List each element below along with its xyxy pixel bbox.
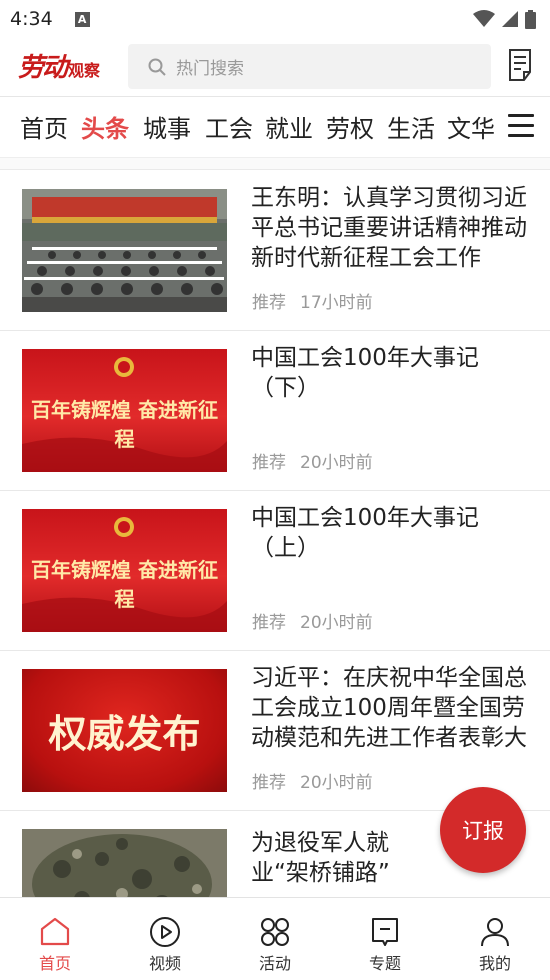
logo-sub: 观察 <box>68 61 101 80</box>
tab-culture[interactable]: 文华 <box>447 109 495 144</box>
subscribe-button[interactable]: 订报 <box>440 787 526 873</box>
article-title: 中国工会100年大事记（上） <box>251 505 479 561</box>
article-time: 20小时前 <box>300 613 373 633</box>
nav-label: 视频 <box>148 954 181 973</box>
divider-strip <box>0 158 550 170</box>
article-thumbnail: 百年铸辉煌 奋进新征程 <box>22 509 227 632</box>
article-title: 习近平：在庆祝中华全国总工会成立100周年暨全国劳动模范和先进工作者表彰大会上的… <box>251 665 527 751</box>
article-thumbnail <box>22 189 227 312</box>
article-title: 为退役军人就业“架桥铺路” <box>251 830 390 886</box>
tab-headlines[interactable]: 头条 <box>81 109 129 144</box>
search-icon <box>148 58 166 76</box>
nav-topics[interactable]: 专题 <box>330 898 440 980</box>
logo-main: 劳动 <box>18 53 68 83</box>
tab-union[interactable]: 工会 <box>205 109 253 144</box>
status-icons <box>473 9 536 29</box>
tab-city[interactable]: 城事 <box>143 109 191 144</box>
bottom-nav: 首页 视频 活动 专题 我的 <box>0 897 550 979</box>
thumbnail-banner-text: 百年铸辉煌 奋进新征程 <box>31 558 218 611</box>
article-item[interactable]: 百年铸辉煌 奋进新征程 中国工会100年大事记（上） 推荐 20小时前 <box>0 491 550 651</box>
article-title: 中国工会100年大事记（下） <box>251 345 479 401</box>
top-bar: 劳动 观察 热门搜索 <box>0 38 550 96</box>
tab-life[interactable]: 生活 <box>387 109 435 144</box>
article-meta: 推荐 20小时前 <box>252 768 373 793</box>
article-tag: 推荐 <box>252 773 286 793</box>
nav-label: 首页 <box>38 954 71 973</box>
battery-icon <box>525 9 536 29</box>
activity-grid-icon <box>261 918 289 946</box>
article-thumbnail: 权威发布 <box>22 669 227 792</box>
thumbnail-banner-text: 百年铸辉煌 奋进新征程 <box>31 398 218 451</box>
tab-home[interactable]: 首页 <box>20 109 68 144</box>
notification-a-icon: A <box>74 11 90 27</box>
article-time: 17小时前 <box>300 293 373 313</box>
article-time: 20小时前 <box>300 453 373 473</box>
nav-video[interactable]: 视频 <box>110 898 220 980</box>
user-icon <box>481 918 509 947</box>
article-tag: 推荐 <box>252 613 286 633</box>
topic-icon <box>372 918 398 946</box>
status-bar: 4:34 A <box>0 0 550 38</box>
thumbnail-banner-text: 权威发布 <box>48 711 201 756</box>
status-time: 4:34 <box>10 8 53 30</box>
nav-label: 专题 <box>368 954 401 973</box>
nav-label: 我的 <box>478 954 511 973</box>
signal-icon <box>502 11 518 27</box>
menu-icon[interactable] <box>508 114 534 138</box>
article-item[interactable]: 权威发布 习近平：在庆祝中华全国总工会成立100周年暨全国劳动模范和先进工作者表… <box>0 651 550 811</box>
article-item[interactable]: 百年铸辉煌 奋进新征程 中国工会100年大事记（下） 推荐 20小时前 <box>0 331 550 491</box>
article-meta: 推荐 20小时前 <box>252 448 373 473</box>
search-input[interactable]: 热门搜索 <box>128 44 491 89</box>
article-item[interactable]: 王东明：认真学习贯彻习近平总书记重要讲话精神推动新时代新征程工会工作 推荐 17小… <box>0 171 550 331</box>
category-tabs: 首页 头条 城事 工会 就业 劳权 生活 文华 <box>0 96 550 158</box>
article-meta: 推荐 20小时前 <box>252 608 373 633</box>
tab-labor-rights[interactable]: 劳权 <box>326 109 374 144</box>
nav-activity[interactable]: 活动 <box>220 898 330 980</box>
nav-label: 活动 <box>258 954 291 973</box>
article-thumbnail: 百年铸辉煌 奋进新征程 <box>22 349 227 472</box>
article-time: 20小时前 <box>300 773 373 793</box>
article-meta: 推荐 17小时前 <box>252 288 373 313</box>
newspaper-icon[interactable] <box>508 48 536 82</box>
nav-home[interactable]: 首页 <box>0 898 110 980</box>
article-tag: 推荐 <box>252 293 286 313</box>
app-logo[interactable]: 劳动 观察 <box>18 50 100 84</box>
tab-employment[interactable]: 就业 <box>265 109 313 144</box>
nav-profile[interactable]: 我的 <box>440 898 550 980</box>
home-icon <box>40 917 70 946</box>
article-tag: 推荐 <box>252 453 286 473</box>
article-title: 王东明：认真学习贯彻习近平总书记重要讲话精神推动新时代新征程工会工作 <box>251 185 527 271</box>
search-placeholder: 热门搜索 <box>176 59 244 79</box>
wifi-icon <box>473 10 495 27</box>
play-icon <box>150 917 180 947</box>
